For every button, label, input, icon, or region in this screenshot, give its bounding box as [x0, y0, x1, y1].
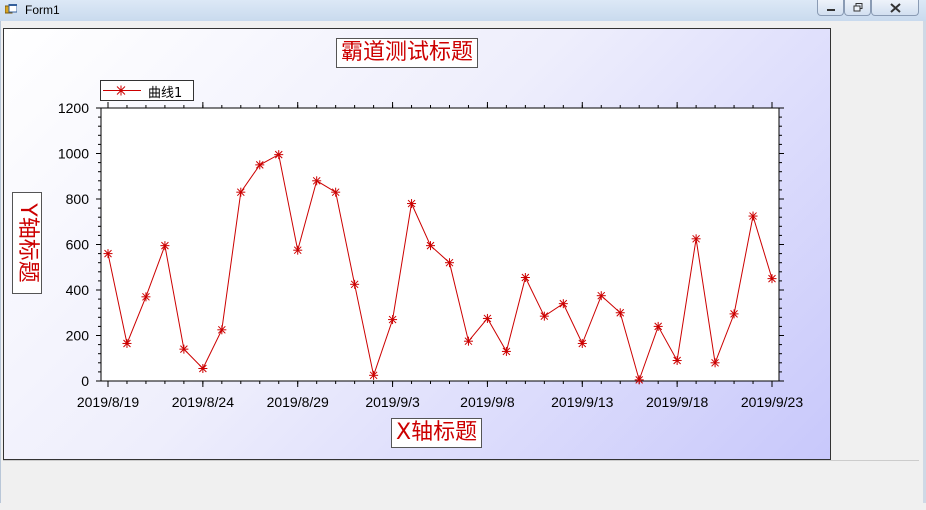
x-tick-label: 2019/8/29 [267, 394, 329, 410]
app-icon [5, 4, 17, 14]
x-tick-label: 2019/9/18 [646, 394, 708, 410]
x-tick-label: 2019/9/23 [741, 394, 803, 410]
y-tick-label: 800 [66, 191, 90, 207]
data-point-marker [615, 308, 625, 318]
y-tick-label: 1000 [58, 146, 89, 162]
data-point-marker [217, 325, 227, 335]
data-point-marker [198, 363, 208, 373]
data-point-marker [482, 313, 492, 323]
data-point-marker [255, 160, 265, 170]
data-point-marker [274, 150, 284, 160]
data-point-marker [426, 241, 436, 251]
data-point-marker [141, 292, 151, 302]
data-point-marker [634, 375, 644, 385]
data-point-marker [293, 245, 303, 255]
y-tick-label: 400 [66, 282, 90, 298]
close-icon [889, 2, 901, 13]
data-point-marker [539, 311, 549, 321]
x-tick-label: 2019/9/3 [365, 394, 420, 410]
status-strip [3, 460, 919, 503]
data-point-marker [691, 234, 701, 244]
x-tick-label: 2019/9/13 [551, 394, 613, 410]
x-tick-label: 2019/8/24 [172, 394, 234, 410]
data-point-marker [596, 291, 606, 301]
data-point-marker [463, 336, 473, 346]
legend-swatch [103, 85, 141, 96]
data-point-marker [103, 249, 113, 259]
data-point-marker [520, 272, 530, 282]
data-point-marker [558, 299, 568, 309]
data-point-marker [653, 321, 663, 331]
x-axis-title: X轴标题 [391, 418, 483, 448]
data-point-marker [312, 176, 322, 186]
chart-panel[interactable]: 0 200 400 600 800 1000 1200 2019/8/19 2019/8/24 2… [3, 28, 831, 460]
window-title: Form1 [25, 3, 60, 17]
data-point-marker [710, 358, 720, 368]
y-tick-label: 0 [81, 373, 89, 389]
y-tick-label: 1200 [58, 100, 89, 116]
y-tick-label: 600 [66, 237, 90, 253]
plot-background [100, 107, 780, 382]
minimize-button[interactable] [817, 0, 844, 16]
data-point-marker [672, 356, 682, 366]
x-tick-label: 2019/8/19 [77, 394, 139, 410]
y-tick-label: 200 [66, 328, 90, 344]
data-point-marker [767, 274, 777, 284]
data-point-marker [160, 241, 170, 251]
data-point-marker [407, 199, 417, 209]
chart-title: 霸道测试标题 [336, 38, 479, 68]
window-titlebar: Form1 [0, 0, 926, 22]
data-point-marker [444, 258, 454, 268]
y-axis-title: Y轴标题 [15, 203, 40, 283]
data-point-marker [748, 211, 758, 221]
x-tick-label: 2019/9/8 [460, 394, 515, 410]
close-button[interactable] [871, 0, 919, 16]
data-point-marker [577, 338, 587, 348]
data-point-marker [501, 346, 511, 356]
minimize-icon [826, 8, 835, 11]
data-point-marker [236, 187, 246, 197]
data-point-marker [729, 309, 739, 319]
data-point-marker [122, 338, 132, 348]
data-point-marker [388, 315, 398, 325]
data-point-marker [369, 370, 379, 380]
legend-entry-label: 曲线1 [148, 86, 183, 101]
restore-icon [853, 3, 862, 12]
data-point-marker [331, 187, 341, 197]
y-axis-title-box: Y轴标题 [12, 192, 42, 294]
maximize-button[interactable] [844, 0, 871, 16]
legend: 曲线1 [100, 80, 194, 101]
data-point-marker [179, 344, 189, 354]
data-point-marker [350, 279, 360, 289]
